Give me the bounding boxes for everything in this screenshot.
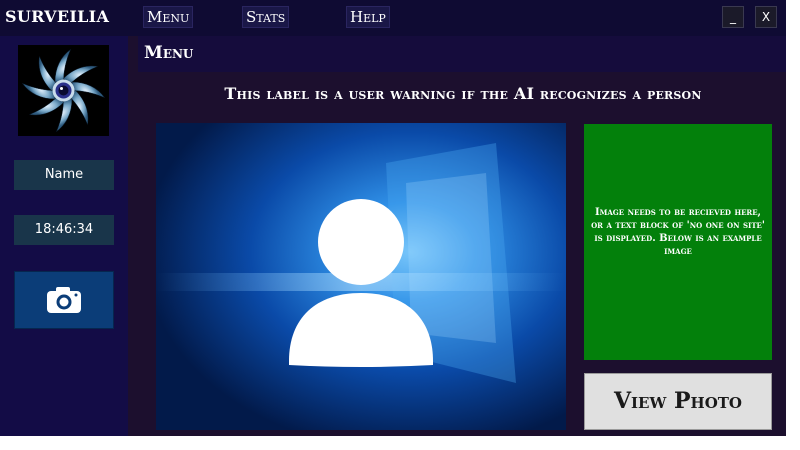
detection-info-panel: Image needs to be recieved here, or a te… [584,124,772,360]
menu-item-stats[interactable]: Stats [242,6,290,28]
camera-icon [47,287,81,313]
minimize-button[interactable]: _ [722,6,744,28]
title-bar: SURVEILIA Menu Stats Help _ X [0,0,786,36]
menu-item-help[interactable]: Help [346,6,390,28]
view-photo-button[interactable]: View Photo [584,373,772,430]
app-title: SURVEILIA [5,7,110,26]
app-logo [18,45,109,136]
info-text: Image needs to be recieved here, or a te… [591,207,765,257]
main-header [138,36,786,72]
person-warning-label: This label is a user warning if the AI r… [224,84,702,103]
page-title: Menu [144,43,194,63]
spiral-eye-logo-icon [21,48,106,133]
close-button[interactable]: X [755,6,777,28]
person-placeholder-image [156,123,566,430]
camera-button[interactable] [14,271,114,329]
user-name-label: Name [14,160,114,190]
photo-preview [156,123,566,430]
clock-display: 18:46:34 [14,215,114,245]
menu-item-menu[interactable]: Menu [143,6,194,28]
